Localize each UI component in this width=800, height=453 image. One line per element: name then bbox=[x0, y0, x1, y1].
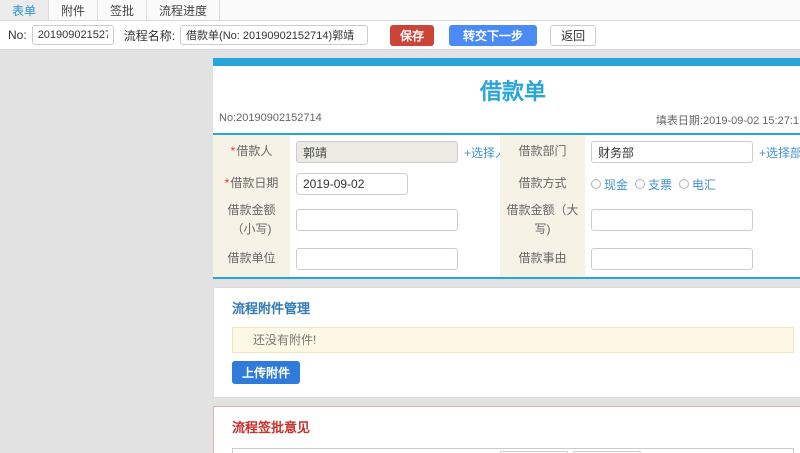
dept-field: +选择部门 bbox=[585, 135, 800, 169]
amount-small-field bbox=[290, 199, 500, 241]
save-button[interactable]: 保存 bbox=[390, 24, 435, 46]
radio-icon bbox=[679, 179, 690, 189]
method-label: 借款方式 bbox=[500, 169, 585, 199]
upload-attachment-button[interactable]: 上传附件 bbox=[232, 361, 301, 384]
radio-cheque-label: 支票 bbox=[648, 177, 673, 192]
back-button[interactable]: 返回 bbox=[550, 24, 597, 46]
reason-input[interactable] bbox=[591, 248, 753, 270]
tab-approval-label: 签批 bbox=[110, 3, 135, 18]
tab-progress-label: 流程进度 bbox=[159, 3, 208, 18]
dept-label: 借款部门 bbox=[500, 135, 585, 169]
divider-bottom bbox=[213, 277, 800, 279]
loan-date-input[interactable] bbox=[296, 173, 408, 195]
loan-form-grid: *借款人 +选择人员 借款部门 +选择部门 *借款日期 借款方式 现金 支票 电… bbox=[213, 135, 800, 277]
form-meta-row: No:20190902152714 填表日期:2019-09-02 15:27:… bbox=[213, 112, 800, 133]
form-date-text: 填表日期:2019-09-02 15:27:1 bbox=[655, 115, 799, 127]
required-mark: * bbox=[230, 144, 236, 159]
tab-progress[interactable]: 流程进度 bbox=[147, 0, 221, 20]
amount-small-input[interactable] bbox=[296, 209, 458, 231]
unit-field bbox=[290, 241, 500, 277]
reason-label: 借款事由 bbox=[500, 241, 585, 277]
no-input[interactable] bbox=[31, 25, 114, 45]
unit-input[interactable] bbox=[296, 248, 458, 270]
method-field: 现金 支票 电汇 bbox=[585, 169, 800, 199]
attachment-heading: 流程附件管理 bbox=[232, 301, 311, 316]
radio-icon bbox=[591, 179, 601, 189]
process-name-input[interactable] bbox=[180, 25, 369, 45]
radio-cash[interactable]: 现金 bbox=[591, 176, 628, 193]
required-mark: * bbox=[224, 176, 230, 191]
approval-card: 流程签批意见 B I abc bbox=[213, 406, 800, 453]
no-label: No: bbox=[8, 28, 27, 42]
loan-form-card: 借款单 No:20190902152714 填表日期:2019-09-02 15… bbox=[213, 58, 800, 279]
borrower-label: *借款人 bbox=[213, 135, 290, 169]
workspace: 借款单 No:20190902152714 填表日期:2019-09-02 15… bbox=[0, 50, 800, 453]
card-top-bar bbox=[213, 58, 800, 66]
tab-approval[interactable]: 签批 bbox=[98, 0, 148, 20]
tab-bar: 表单 附件 签批 流程进度 bbox=[0, 0, 800, 21]
tab-attachment[interactable]: 附件 bbox=[49, 0, 99, 20]
borrower-input[interactable] bbox=[296, 141, 458, 163]
date-field bbox=[290, 169, 500, 199]
dept-input[interactable] bbox=[591, 141, 753, 163]
radio-wire[interactable]: 电汇 bbox=[679, 176, 716, 193]
page-title: 借款单 bbox=[479, 79, 546, 104]
radio-cash-label: 现金 bbox=[604, 177, 629, 192]
radio-wire-label: 电汇 bbox=[692, 177, 717, 192]
approval-heading: 流程签批意见 bbox=[232, 420, 311, 435]
no-attachment-alert: 还没有附件! bbox=[232, 327, 794, 353]
borrower-field: +选择人员 bbox=[290, 135, 519, 169]
rich-text-editor: B I abc bbox=[232, 448, 794, 453]
form-no-text: No:20190902152714 bbox=[219, 112, 322, 124]
amount-small-label: 借款金额（小写) bbox=[213, 199, 290, 241]
reason-field bbox=[585, 241, 800, 277]
editor-toolbar: B I abc bbox=[233, 449, 793, 453]
amount-big-label: 借款金额（大写) bbox=[500, 199, 585, 241]
tab-form-label: 表单 bbox=[12, 3, 37, 18]
select-dept-link[interactable]: +选择部门 bbox=[759, 144, 800, 161]
attachment-card: 流程附件管理 还没有附件! 上传附件 bbox=[213, 287, 800, 398]
radio-cheque[interactable]: 支票 bbox=[635, 176, 672, 193]
tab-attachment-label: 附件 bbox=[61, 3, 86, 18]
date-label: *借款日期 bbox=[213, 169, 290, 199]
amount-big-input[interactable] bbox=[591, 209, 753, 231]
next-step-button[interactable]: 转交下一步 bbox=[449, 24, 538, 46]
tab-form[interactable]: 表单 bbox=[0, 0, 50, 20]
radio-icon bbox=[635, 179, 646, 189]
toolbar: No: 流程名称: 保存 转交下一步 返回 bbox=[0, 21, 800, 50]
amount-big-field bbox=[585, 199, 800, 241]
process-name-label: 流程名称: bbox=[123, 28, 176, 43]
unit-label: 借款单位 bbox=[213, 241, 290, 277]
